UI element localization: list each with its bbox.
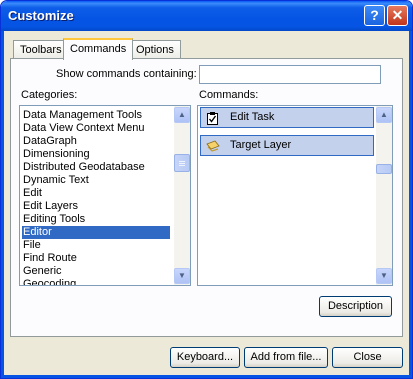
category-item[interactable]: DataGraph bbox=[22, 135, 170, 148]
description-button[interactable]: Description bbox=[319, 296, 392, 317]
edit-task-icon bbox=[207, 112, 218, 125]
window-title: Customize bbox=[8, 8, 74, 23]
add-from-file-button[interactable]: Add from file... bbox=[244, 347, 328, 368]
scroll-down-button[interactable]: ▼ bbox=[174, 268, 190, 284]
close-button[interactable]: Close bbox=[332, 347, 403, 368]
category-item[interactable]: Dimensioning bbox=[22, 148, 170, 161]
category-item-selected[interactable]: Editor bbox=[22, 226, 170, 239]
search-label: Show commands containing: bbox=[56, 68, 197, 80]
command-item-target-layer[interactable]: Target Layer bbox=[200, 135, 374, 156]
scroll-thumb[interactable] bbox=[174, 154, 190, 172]
scroll-down-button[interactable]: ▼ bbox=[376, 268, 392, 284]
tab-options-label: Options bbox=[136, 44, 174, 56]
category-item[interactable]: Generic bbox=[22, 265, 170, 278]
command-item-edit-task[interactable]: Edit Task bbox=[200, 107, 374, 128]
command-label: Edit Task bbox=[230, 111, 275, 123]
categories-listbox[interactable]: Data Management Tools Data View Context … bbox=[19, 105, 191, 286]
window-frame-left bbox=[1, 31, 4, 378]
search-input[interactable] bbox=[199, 65, 381, 84]
command-label: Target Layer bbox=[230, 139, 292, 151]
category-item[interactable]: Distributed Geodatabase bbox=[22, 161, 170, 174]
category-item[interactable]: Find Route bbox=[22, 252, 170, 265]
close-icon: ✕ bbox=[391, 7, 404, 23]
scroll-up-button[interactable]: ▲ bbox=[376, 107, 392, 123]
category-item[interactable]: Edit bbox=[22, 187, 170, 200]
tab-commands-label: Commands bbox=[70, 43, 127, 55]
tab-toolbars-label: Toolbars bbox=[20, 44, 62, 56]
window-frame-right bbox=[409, 31, 412, 378]
help-icon: ? bbox=[370, 7, 379, 23]
category-item[interactable]: Edit Layers bbox=[22, 200, 170, 213]
keyboard-button[interactable]: Keyboard... bbox=[170, 347, 240, 368]
categories-label: Categories: bbox=[21, 89, 78, 101]
scroll-thumb[interactable] bbox=[376, 164, 392, 174]
category-item[interactable]: Dynamic Text bbox=[22, 174, 170, 187]
tab-options[interactable]: Options bbox=[129, 40, 181, 60]
close-window-button[interactable]: ✕ bbox=[387, 5, 408, 26]
window-frame-bottom bbox=[1, 375, 412, 378]
scroll-up-icon: ▲ bbox=[380, 110, 388, 119]
tab-commands[interactable]: Commands bbox=[63, 38, 134, 60]
category-item[interactable]: Geocoding bbox=[22, 278, 170, 285]
customize-dialog: Customize ? ✕ Toolbars Commands Options … bbox=[0, 0, 413, 379]
category-item[interactable]: Data View Context Menu bbox=[22, 122, 170, 135]
category-item[interactable]: Data Management Tools bbox=[22, 109, 170, 122]
target-layer-icon bbox=[206, 140, 220, 152]
help-button[interactable]: ? bbox=[364, 5, 385, 26]
tab-toolbars[interactable]: Toolbars bbox=[13, 40, 69, 60]
categories-scrollbar[interactable]: ▲ ▼ bbox=[174, 106, 190, 285]
commands-scrollbar[interactable]: ▲ ▼ bbox=[376, 106, 392, 285]
title-bar[interactable]: Customize ? ✕ bbox=[1, 1, 412, 31]
scroll-down-icon: ▼ bbox=[178, 271, 186, 280]
scroll-up-button[interactable]: ▲ bbox=[174, 107, 190, 123]
commands-listbox[interactable]: ▲ ▼ bbox=[197, 105, 393, 286]
category-item[interactable]: File bbox=[22, 239, 170, 252]
scroll-up-icon: ▲ bbox=[178, 110, 186, 119]
commands-label: Commands: bbox=[199, 89, 259, 101]
category-item[interactable]: Editing Tools bbox=[22, 213, 170, 226]
scroll-down-icon: ▼ bbox=[380, 271, 388, 280]
